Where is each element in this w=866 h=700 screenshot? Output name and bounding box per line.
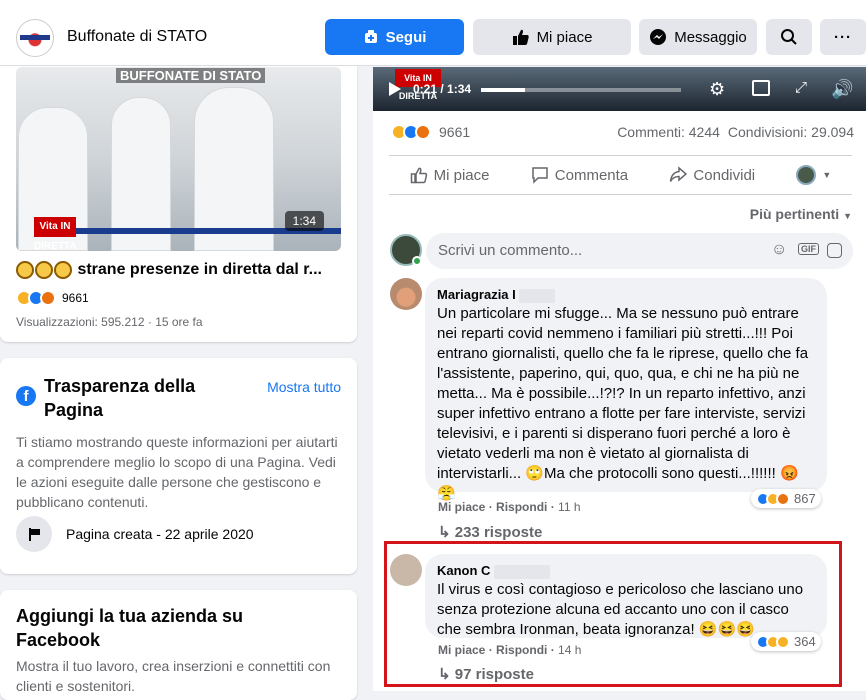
comment-like-link[interactable]: Mi piace xyxy=(438,500,485,514)
transparency-card: f Trasparenza della Pagina Mostra tutto … xyxy=(0,358,357,574)
share-as-selector[interactable]: ▼ xyxy=(796,165,831,185)
reactions-count: 9661 xyxy=(62,291,89,305)
video-player-bar[interactable]: Vita IN DIRETTA 0:21 / 1:34 ⚙ ⤢ 🔊 xyxy=(373,67,866,111)
post-stats: 9661 Commenti: 4244 Condivisioni: 29.094 xyxy=(391,124,854,140)
volume-icon[interactable]: 🔊 xyxy=(831,79,853,100)
messenger-icon xyxy=(650,29,667,45)
post-reaction-icons[interactable] xyxy=(391,124,431,140)
transparency-title: Trasparenza della Pagina xyxy=(44,376,196,420)
comment-reactions-count: 867 xyxy=(794,491,816,506)
message-button[interactable]: Messaggio xyxy=(639,19,757,55)
player-progress[interactable] xyxy=(481,88,681,92)
video-thumbnail[interactable]: BUFFONATE DI STATO Vita IN DIRETTA 1:34 xyxy=(16,67,341,251)
thumbs-up-icon xyxy=(512,29,529,45)
settings-gear-icon[interactable]: ⚙ xyxy=(709,79,725,100)
video-post-title[interactable]: strane presenze in diretta dal r... xyxy=(16,261,322,279)
comment-action[interactable]: Commenta xyxy=(531,166,628,184)
more-icon: ··· xyxy=(834,28,852,46)
search-button[interactable] xyxy=(766,19,812,55)
reaction-icons xyxy=(756,491,790,506)
thumbs-up-outline-icon xyxy=(410,167,427,184)
share-arrow-icon xyxy=(670,166,688,182)
comment-bubble-icon xyxy=(532,167,548,184)
miniplayer-icon[interactable] xyxy=(752,80,770,96)
business-title: Aggiungi la tua azienda su Facebook xyxy=(16,606,244,650)
shares-count[interactable]: Condivisioni: 29.094 xyxy=(728,124,854,140)
video-reactions[interactable]: 9661 xyxy=(16,290,89,306)
player-progress-fill xyxy=(481,88,525,92)
fullscreen-icon[interactable]: ⤢ xyxy=(795,79,807,96)
post-actions: Mi piace Commenta Condividi ▼ xyxy=(389,155,852,195)
view-replies[interactable]: ↳ 233 risposte xyxy=(438,523,542,541)
business-description: Mostra il tuo lavoro, crea inserzioni e … xyxy=(16,658,331,694)
commenter-name[interactable]: Mariagrazia I xyxy=(437,286,815,304)
comments-count[interactable]: Commenti: 4244 xyxy=(617,124,720,140)
see-all-link[interactable]: Mostra tutto xyxy=(267,379,341,395)
follow-icon xyxy=(364,30,377,43)
follow-label: Segui xyxy=(385,28,427,46)
page-avatar[interactable] xyxy=(16,19,54,57)
play-icon[interactable] xyxy=(388,81,402,97)
sort-label: Più pertinenti xyxy=(749,206,840,222)
like-page-button[interactable]: Mi piace xyxy=(473,19,631,55)
comment-input[interactable]: Scrivi un commento... xyxy=(426,233,853,269)
message-label: Messaggio xyxy=(674,28,747,46)
user-avatar xyxy=(796,165,817,185)
comment-sort-dropdown[interactable]: Più pertinenti ▼ xyxy=(750,206,852,222)
player-time: 0:21 / 1:34 xyxy=(413,82,472,96)
online-dot xyxy=(412,256,422,266)
comment-bubble: Mariagrazia I Un particolare mi sfugge..… xyxy=(425,278,827,502)
comment-text: Un particolare mi sfugge... Ma se nessun… xyxy=(437,305,809,502)
comment-reply-link[interactable]: Rispondi xyxy=(496,500,547,514)
page-created-label: Pagina creata - 22 aprile 2020 xyxy=(66,526,254,542)
video-overlay-title: BUFFONATE DI STATO xyxy=(116,68,266,83)
reaction-icons xyxy=(16,290,56,306)
reply-arrow-icon: ↳ xyxy=(438,524,451,541)
more-button[interactable]: ··· xyxy=(820,19,866,55)
person-emoji-icon xyxy=(54,261,72,279)
person-emoji-icon xyxy=(16,261,34,279)
like-action-label: Mi piace xyxy=(433,166,490,184)
transparency-description: Ti stiamo mostrando queste informazioni … xyxy=(16,434,338,510)
comment-meta: Mi piace · Rispondi · 11 h xyxy=(438,500,581,514)
comment-reactions[interactable]: 867 xyxy=(751,489,821,508)
replies-label: 233 risposte xyxy=(454,524,543,541)
commenter-avatar[interactable] xyxy=(390,278,422,310)
post-reactions-count[interactable]: 9661 xyxy=(439,124,470,140)
sticker-icon[interactable] xyxy=(827,243,842,258)
highlight-box xyxy=(384,541,842,687)
page-name[interactable]: Buffonate di STATO xyxy=(67,28,207,46)
add-business-card: Aggiungi la tua azienda su Facebook Most… xyxy=(0,590,357,700)
search-icon xyxy=(781,29,797,45)
caret-down-icon: ▼ xyxy=(843,211,852,221)
person-figure xyxy=(194,87,274,251)
person-emoji-icon xyxy=(35,261,53,279)
like-action[interactable]: Mi piace xyxy=(410,166,490,184)
comment-action-label: Commenta xyxy=(554,166,629,184)
page-created-row: Pagina creata - 22 aprile 2020 xyxy=(16,516,254,552)
views-line: Visualizzazioni: 595.212 · 15 ore fa xyxy=(16,315,203,329)
page-header: Buffonate di STATO Segui Mi piace Messag… xyxy=(0,0,866,66)
share-action-label: Condividi xyxy=(693,166,756,184)
emoji-icon[interactable]: ☺ xyxy=(771,241,787,259)
flag-icon xyxy=(16,516,52,552)
share-action[interactable]: Condividi xyxy=(669,166,755,184)
post-title-text: strane presenze in diretta dal r... xyxy=(77,261,322,279)
follow-button[interactable]: Segui xyxy=(325,19,464,55)
caret-down-icon: ▼ xyxy=(822,170,832,180)
comment-time[interactable]: 11 h xyxy=(558,500,580,514)
gif-icon[interactable]: GIF xyxy=(798,243,819,255)
like-page-label: Mi piace xyxy=(536,28,593,46)
facebook-icon: f xyxy=(16,386,36,406)
channel-logo: Vita IN DIRETTA xyxy=(34,217,77,251)
video-duration: 1:34 xyxy=(284,211,324,231)
